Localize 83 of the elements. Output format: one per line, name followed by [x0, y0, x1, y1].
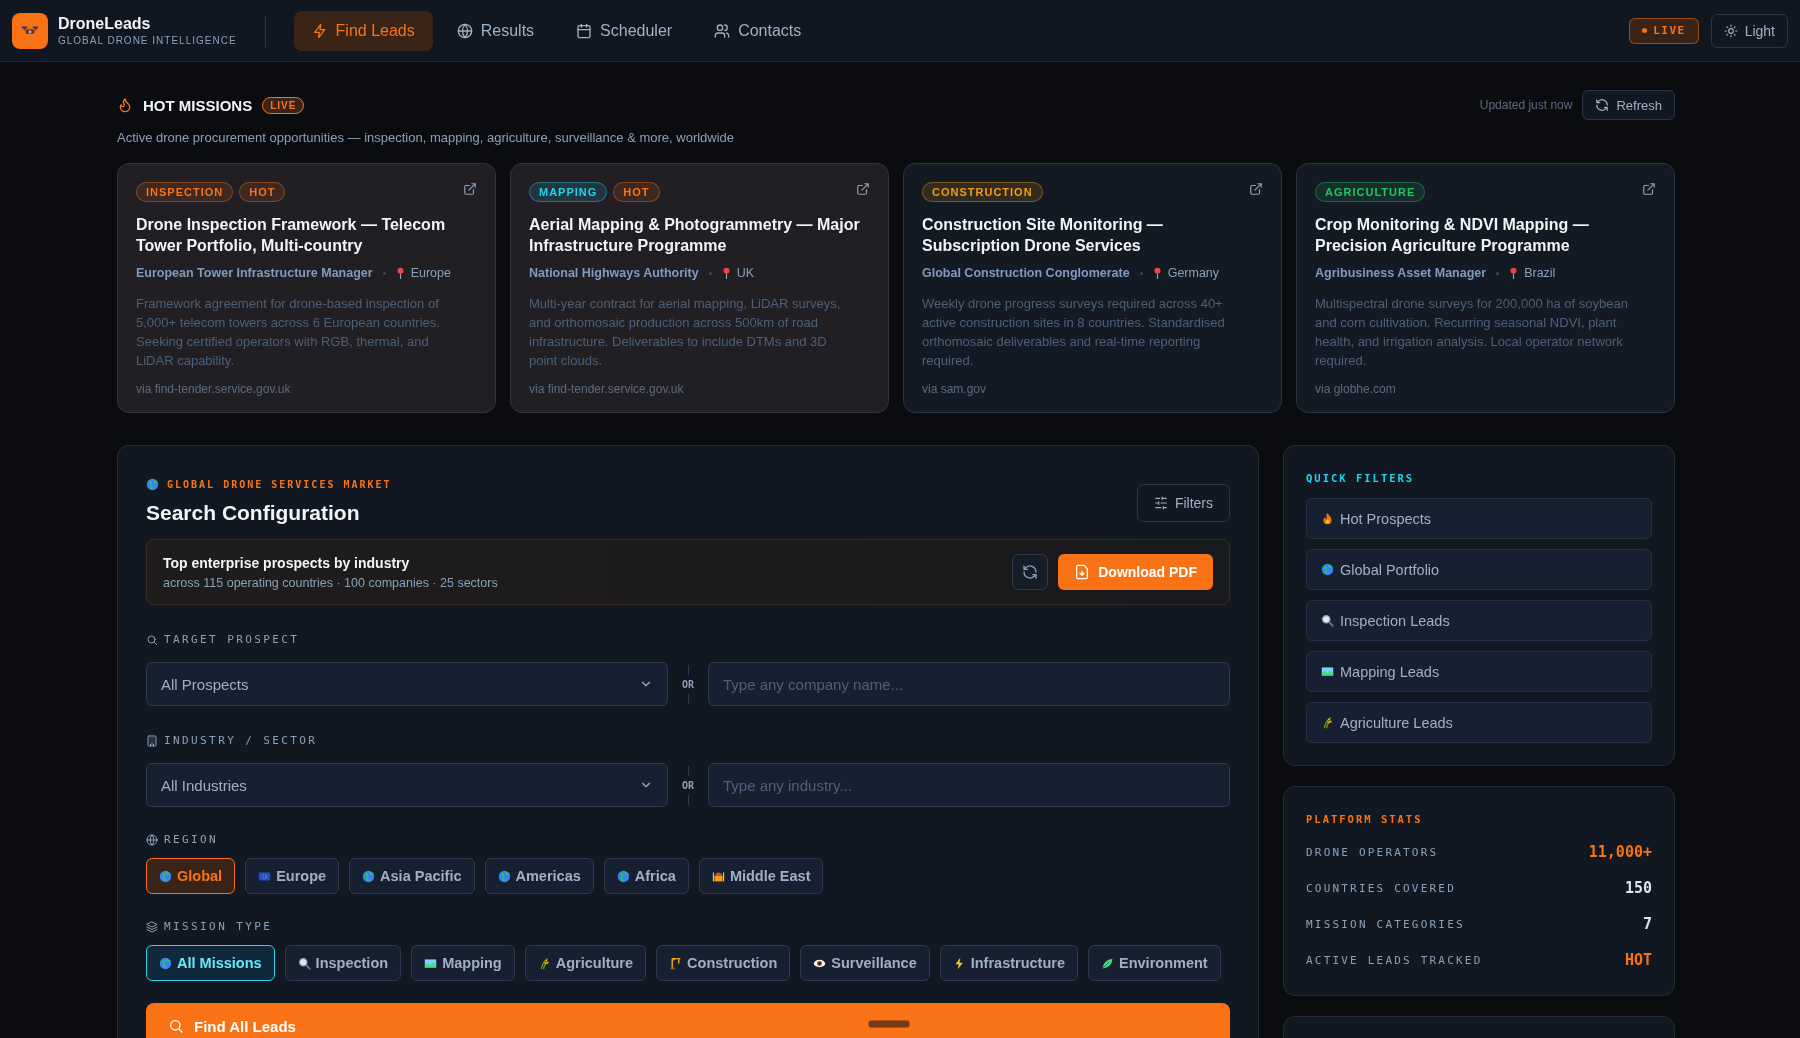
mission-type-chip[interactable]: Construction — [656, 945, 791, 981]
buyer-name: European Tower Infrastructure Manager — [136, 266, 373, 280]
category-tag: CONSTRUCTION — [922, 182, 1043, 202]
mission-type-chip[interactable]: Mapping — [411, 945, 515, 981]
nav-tab[interactable]: Contacts — [696, 10, 820, 51]
region-chip[interactable]: Middle East — [698, 858, 824, 894]
region-chip[interactable]: Global — [146, 858, 236, 894]
updated-text: Updated just now — [1479, 98, 1573, 112]
section-title: HOT MISSIONS — [143, 96, 253, 114]
mission-type-chip[interactable]: Environment — [1088, 945, 1221, 981]
stat-value: 150 — [1624, 879, 1652, 897]
region-chip[interactable]: Asia Pacific — [349, 858, 475, 894]
live-badge: LIVE — [1629, 17, 1699, 44]
stat-value: HOT — [1624, 951, 1652, 969]
panel-title: PLATFORM STATS — [1306, 813, 1424, 825]
category-tag: HOT — [239, 182, 286, 202]
input-field[interactable]: Type any industry... — [708, 763, 1230, 807]
stat-label: DRONE OPERATORS — [1306, 845, 1439, 859]
mission-description: Multispectral drone surveys for 200,000 ha of soybean and corn cultivation. Recurring seasonal NDVI, plant health, and irrigation analysis. Local operator network required. — [1315, 295, 1629, 370]
source-text: via globhe.com — [1315, 382, 1397, 396]
location: Brazil — [1524, 266, 1556, 280]
stat-label: MISSION CATEGORIES — [1306, 917, 1465, 931]
nav-tab[interactable]: Scheduler — [558, 10, 691, 51]
dropdown[interactable]: All Prospects — [146, 662, 668, 706]
mission-type-chip[interactable]: Inspection — [284, 945, 402, 981]
category-tag: HOT — [613, 182, 660, 202]
mission-title: Aerial Mapping & Photogrammetry — Major Infrastructure Programme — [529, 215, 861, 256]
field-label: REGION — [164, 833, 219, 846]
source-text: via sam.gov — [922, 382, 988, 396]
mission-type-chip[interactable]: Surveillance — [800, 945, 930, 981]
buyer-name: Global Construction Conglomerate — [922, 266, 1130, 280]
stat-label: COUNTRIES COVERED — [1306, 881, 1456, 895]
summary-meta: across 115 operating countries · 100 companies · 25 sectors — [163, 575, 498, 590]
quick-filter-button[interactable]: Hot Prospects — [1306, 498, 1652, 539]
eyebrow-label: GLOBAL DRONE SERVICES MARKET — [167, 479, 392, 490]
buyer-name: National Highways Authority — [529, 266, 699, 280]
section-subtitle: Active drone procurement opportunities — inspection, mapping, agriculture, surveillance & more, worldwide — [117, 130, 736, 145]
quick-filter-button[interactable]: Mapping Leads — [1306, 651, 1652, 692]
buyer-name: Agribusiness Asset Manager — [1315, 266, 1487, 280]
or-label: OR — [681, 678, 694, 690]
category-tag: MAPPING — [529, 182, 608, 202]
mission-description: Multi-year contract for aerial mapping, LiDAR surveys, and orthomosaic production across 500km of road infrastructure. Deliverables to include DTMs and 3D point clouds. — [529, 295, 842, 370]
region-chip[interactable]: Americas — [484, 858, 594, 894]
field-label: MISSION TYPE — [164, 920, 273, 933]
nav-tab[interactable]: Find Leads — [293, 10, 433, 51]
quick-filter-button[interactable]: Agriculture Leads — [1306, 702, 1652, 743]
mission-type-chip[interactable]: Agriculture — [524, 945, 647, 981]
panel-title: QUICK FILTERS — [1306, 472, 1416, 484]
live-badge: LIVE — [262, 96, 305, 114]
source-text: via find-tender.service.gov.uk — [136, 382, 292, 396]
mission-title: Drone Inspection Framework — Telecom Tower Portfolio, Multi-country — [136, 215, 447, 256]
panel-title: Search Configuration — [146, 501, 361, 525]
dropdown[interactable]: All Industries — [146, 763, 668, 807]
nav-tab[interactable]: Results — [438, 10, 553, 51]
mission-type-chip[interactable]: All Missions — [146, 945, 275, 981]
field-label: INDUSTRY / SECTOR — [164, 734, 318, 747]
location: Germany — [1167, 266, 1220, 280]
stat-value: 11,000+ — [1588, 843, 1652, 861]
or-label: OR — [681, 779, 694, 791]
mission-title: Construction Site Monitoring — Subscription Drone Services — [922, 215, 1164, 256]
mission-title: Crop Monitoring & NDVI Mapping — Precision Agriculture Programme — [1315, 215, 1590, 256]
stat-label: ACTIVE LEADS TRACKED — [1306, 953, 1483, 967]
summary-title: Top enterprise prospects by industry — [163, 554, 411, 571]
stat-value: 7 — [1642, 915, 1652, 933]
location: Europe — [410, 266, 451, 280]
region-chip[interactable]: Europe — [245, 858, 340, 894]
app-tagline: GLOBAL DRONE INTELLIGENCE — [58, 35, 237, 46]
region-chip[interactable]: Africa — [603, 858, 689, 894]
category-tag: AGRICULTURE — [1315, 182, 1426, 202]
refresh-button[interactable]: Refresh — [1582, 90, 1675, 120]
quick-filter-button[interactable]: Global Portfolio — [1306, 549, 1652, 590]
mission-type-chip[interactable]: Infrastructure — [939, 945, 1078, 981]
theme-toggle-button[interactable]: Light — [1710, 13, 1788, 48]
quick-filter-button[interactable]: Inspection Leads — [1306, 600, 1652, 641]
location: UK — [736, 266, 755, 280]
mission-description: Framework agreement for drone-based inspection of 5,000+ telecom towers across 6 European countries. Seeking certified operators with RGB, thermal, and LiDAR capability. — [136, 295, 441, 370]
input-field[interactable]: Type any company name... — [708, 662, 1230, 706]
category-tag: INSPECTION — [136, 182, 234, 202]
filters-button[interactable]: Filters — [1136, 484, 1230, 522]
field-label: TARGET PROSPECT — [164, 633, 300, 646]
mission-description: Weekly drone progress surveys required across 40+ active construction sites in 8 countries. Standardised orthomosaic deliverables and real-time reporting required. — [922, 295, 1226, 370]
app-name: DroneLeads — [58, 15, 152, 33]
source-text: via find-tender.service.gov.uk — [529, 382, 685, 396]
